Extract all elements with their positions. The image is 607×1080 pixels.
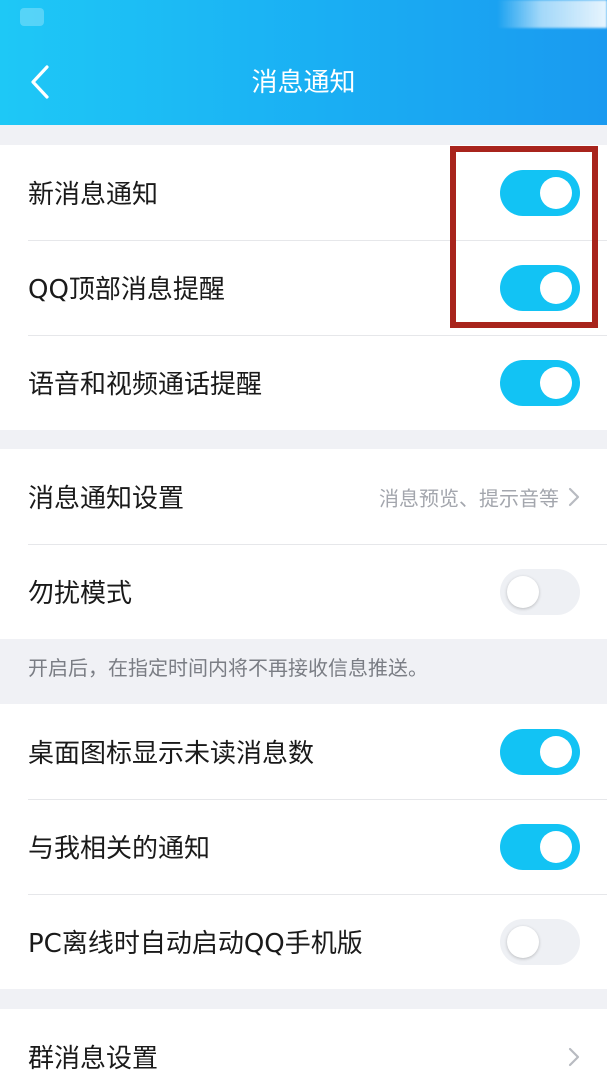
- desktop-badge-toggle[interactable]: [500, 728, 580, 775]
- chevron-right-icon: [568, 1047, 580, 1066]
- toggle-knob: [507, 575, 539, 608]
- chevron-right-icon: [568, 487, 580, 506]
- page-title: 消息通知: [251, 68, 356, 98]
- row-label: 桌面图标显示未读消息数: [28, 739, 315, 769]
- row-label: 语音和视频通话提醒: [28, 370, 263, 400]
- row-label: PC离线时自动启动QQ手机版: [28, 929, 363, 959]
- row-group-message-settings[interactable]: 群消息设置: [0, 1009, 607, 1080]
- row-label: 新消息通知: [28, 180, 159, 210]
- row-pc-offline-autostart: PC离线时自动启动QQ手机版: [0, 894, 607, 989]
- pc-offline-autostart-toggle[interactable]: [500, 918, 580, 965]
- settings-group-group-messages: 群消息设置: [0, 1009, 607, 1080]
- status-bar: [0, 0, 607, 38]
- row-desktop-badge: 桌面图标显示未读消息数: [0, 704, 607, 799]
- row-label: 勿扰模式: [28, 579, 133, 609]
- row-voice-video-reminder: 语音和视频通话提醒: [0, 335, 607, 430]
- highlight-annotation: [450, 146, 598, 328]
- row-related-notifications: 与我相关的通知: [0, 799, 607, 894]
- row-label: QQ顶部消息提醒: [28, 275, 225, 305]
- row-notification-settings[interactable]: 消息通知设置 消息预览、提示音等: [0, 449, 607, 544]
- row-label: 与我相关的通知: [28, 834, 211, 864]
- settings-group-misc: 桌面图标显示未读消息数 与我相关的通知 PC离线时自动启动QQ手机版: [0, 704, 607, 989]
- toggle-knob: [540, 366, 572, 399]
- related-notifications-toggle[interactable]: [500, 823, 580, 870]
- toggle-knob: [540, 830, 572, 863]
- status-indicators: [497, 0, 607, 28]
- do-not-disturb-toggle[interactable]: [500, 568, 580, 615]
- voice-video-reminder-toggle[interactable]: [500, 359, 580, 406]
- row-label: 消息通知设置: [28, 484, 185, 514]
- row-value: 消息预览、提示音等: [379, 486, 559, 510]
- status-icon: [20, 8, 44, 26]
- do-not-disturb-hint: 开启后，在指定时间内将不再接收信息推送。: [28, 656, 428, 680]
- toggle-knob: [540, 735, 572, 768]
- nav-header: 消息通知: [0, 0, 607, 125]
- toggle-knob: [507, 925, 539, 958]
- row-do-not-disturb: 勿扰模式: [0, 544, 607, 639]
- row-label: 群消息设置: [28, 1044, 159, 1074]
- settings-group-preferences: 消息通知设置 消息预览、提示音等 勿扰模式: [0, 449, 607, 639]
